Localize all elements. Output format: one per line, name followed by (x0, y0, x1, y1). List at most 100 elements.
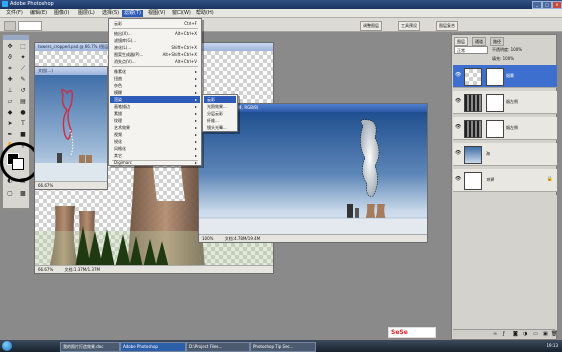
filter-other[interactable]: 其它 ▸ (110, 152, 200, 159)
eraser-tool-icon[interactable]: ▱ (4, 96, 16, 107)
healing-brush-icon[interactable]: ✚ (4, 74, 16, 85)
delete-layer-icon[interactable]: 🗑 (551, 331, 557, 337)
layer-mask-thumbnail[interactable] (486, 94, 504, 112)
layer-row[interactable]: 👁 海 (453, 143, 557, 166)
brush-tool-icon[interactable]: ✎ (17, 74, 29, 85)
render-fibers[interactable]: 纤维... (204, 117, 236, 124)
filter-stylize[interactable]: 风格化 ▸ (110, 145, 200, 152)
layer-row[interactable]: 👁 烟左侧 (453, 117, 557, 140)
type-tool-icon[interactable]: T (17, 118, 29, 129)
marquee-tool-icon[interactable]: ⬚ (17, 41, 29, 52)
render-clouds[interactable]: 云彩 (204, 96, 236, 103)
tab-layers[interactable]: 图层 (454, 37, 468, 46)
eye-icon[interactable]: 👁 (455, 151, 461, 156)
tool-presets-tab[interactable]: 工具预设 (398, 21, 420, 31)
maximize-button[interactable]: □ (542, 1, 552, 9)
eye-icon[interactable]: 👁 (455, 125, 461, 130)
tool-preset-icon[interactable] (4, 21, 16, 31)
pen-tool-icon[interactable]: ✒ (4, 129, 16, 140)
toolbox-grip[interactable] (3, 35, 29, 40)
fullscreen-mode-icon[interactable]: ▩ (17, 188, 29, 199)
filter-pattern-maker[interactable]: 图案生成器(P)... Alt+Shift+Ctrl+X (110, 51, 200, 58)
opacity-field[interactable]: 不透明度: 100% (492, 46, 556, 54)
menu-select[interactable]: 选择(S) (100, 10, 121, 17)
dodge-tool-icon[interactable]: ● (17, 107, 29, 118)
crop-tool-icon[interactable]: ⌗ (4, 63, 16, 74)
fx-icon[interactable]: ƒ (503, 331, 505, 337)
start-button[interactable] (2, 341, 12, 351)
taskbar-item-photoshop[interactable]: Adobe Photoshop (120, 342, 186, 352)
close-button[interactable]: × (552, 1, 562, 9)
filter-vanishing-point[interactable]: 消失点(V)... Alt+Ctrl+V (110, 58, 200, 65)
layer-row[interactable]: 👁 背景 🔒 (453, 169, 557, 192)
filter-texture[interactable]: 纹理 ▸ (110, 117, 200, 124)
adjust-layer-button[interactable]: 调整图层 (360, 21, 382, 31)
layers-empty-area[interactable] (453, 195, 557, 330)
menu-image[interactable]: 图像(I) (52, 10, 71, 17)
menu-view[interactable]: 视图(V) (146, 10, 167, 17)
eye-icon[interactable]: 👁 (455, 99, 461, 104)
menu-layer[interactable]: 图层(L) (76, 10, 97, 17)
render-lens-flare[interactable]: 镜头光晕... (204, 124, 236, 131)
layer-row[interactable]: 👁 烟雾 (453, 65, 557, 88)
new-group-icon[interactable]: ▭ (533, 331, 538, 337)
standard-mode-icon[interactable]: ▢ (4, 188, 16, 199)
taskbar-item-project[interactable]: D:\Project Files... (186, 342, 250, 352)
render-difference-clouds[interactable]: 分层云彩 (204, 110, 236, 117)
filter-digimarc[interactable]: Digimarc ▸ (110, 160, 200, 166)
doc-mid-canvas[interactable] (35, 75, 107, 184)
new-layer-icon[interactable]: ▣ (543, 331, 548, 337)
filter-render[interactable]: 渲染 ▸ (110, 96, 200, 103)
taskbar-item-word[interactable]: 我的照片打造效果.doc (60, 342, 120, 352)
gradient-tool-icon[interactable]: ▤ (17, 96, 29, 107)
filter-noise[interactable]: 杂色 ▸ (110, 82, 200, 89)
menu-edit[interactable]: 编辑(E) (28, 10, 49, 17)
eye-icon[interactable]: 👁 (455, 73, 461, 78)
document-window-mid[interactable]: 文档(...) 66.67% (34, 66, 108, 190)
filter-blur[interactable]: 模糊 ▸ (110, 89, 200, 96)
filter-sharpen[interactable]: 锐化 ▸ (110, 138, 200, 145)
adjustment-layer-icon[interactable]: ◑ (523, 331, 527, 337)
blend-mode-select[interactable]: 正常 (454, 46, 488, 54)
shape-tool-icon[interactable]: ■ (17, 129, 29, 140)
mode-dropdown[interactable] (18, 21, 42, 31)
menu-file[interactable]: 文件(F) (4, 10, 25, 17)
doc-mid-title[interactable]: 文档(...) (35, 67, 107, 75)
tab-paths[interactable]: 路径 (490, 37, 504, 46)
filter-last[interactable]: 云彩 Ctrl+F (110, 20, 200, 27)
menu-window[interactable]: 窗口(W) (170, 10, 193, 17)
doc-mid-zoom[interactable]: 66.67% (38, 183, 53, 188)
filter-artistic[interactable]: 艺术效果 ▸ (110, 124, 200, 131)
filter-distort[interactable]: 扭曲 ▸ (110, 75, 200, 82)
filter-video[interactable]: 视频 ▸ (110, 131, 200, 138)
taskbar-item-tips[interactable]: Photoshop Tip Sec... (250, 342, 316, 352)
layer-mask-thumbnail[interactable] (486, 68, 504, 86)
layer-comps-tab[interactable]: 图层复合 (436, 21, 458, 31)
filter-brush-strokes[interactable]: 画笔描边 ▸ (110, 103, 200, 110)
tab-channels[interactable]: 通道 (472, 37, 486, 46)
filter-sketch[interactable]: 素描 ▸ (110, 110, 200, 117)
move-tool-icon[interactable]: ✥ (4, 41, 16, 52)
slice-tool-icon[interactable]: ⟋ (17, 63, 29, 74)
history-brush-icon[interactable]: ↺ (17, 85, 29, 96)
render-lighting-effects[interactable]: 光照效果... (204, 103, 236, 110)
blur-tool-icon[interactable]: ◆ (4, 107, 16, 118)
add-mask-icon[interactable]: ◙ (513, 331, 518, 337)
filter-liquify[interactable]: 液化(L)... Shift+Ctrl+X (110, 44, 200, 51)
doc-back-zoom[interactable]: 66.67% (38, 267, 53, 272)
filter-extract[interactable]: 抽出(X)... Alt+Ctrl+X (110, 30, 200, 37)
lasso-tool-icon[interactable]: ϑ (4, 52, 16, 63)
layer-row[interactable]: 👁 烟左侧 (453, 91, 557, 114)
fill-field[interactable]: 填充: 100% (492, 55, 556, 63)
doc-main-zoom[interactable]: 100% (202, 236, 213, 241)
link-layers-icon[interactable]: ∞ (493, 331, 497, 337)
magic-wand-icon[interactable]: ✦ (17, 52, 29, 63)
path-select-icon[interactable]: ➤ (4, 118, 16, 129)
stamp-tool-icon[interactable]: ⊥ (4, 85, 16, 96)
filter-pixelate[interactable]: 像素化 ▸ (110, 68, 200, 75)
menu-help[interactable]: 帮助(H) (194, 10, 216, 17)
menu-filter[interactable]: 滤镜(T) (122, 10, 143, 17)
layer-mask-thumbnail[interactable] (486, 120, 504, 138)
filter-gallery[interactable]: 滤镜库(G)... (110, 37, 200, 44)
eye-icon[interactable]: 👁 (455, 177, 461, 182)
